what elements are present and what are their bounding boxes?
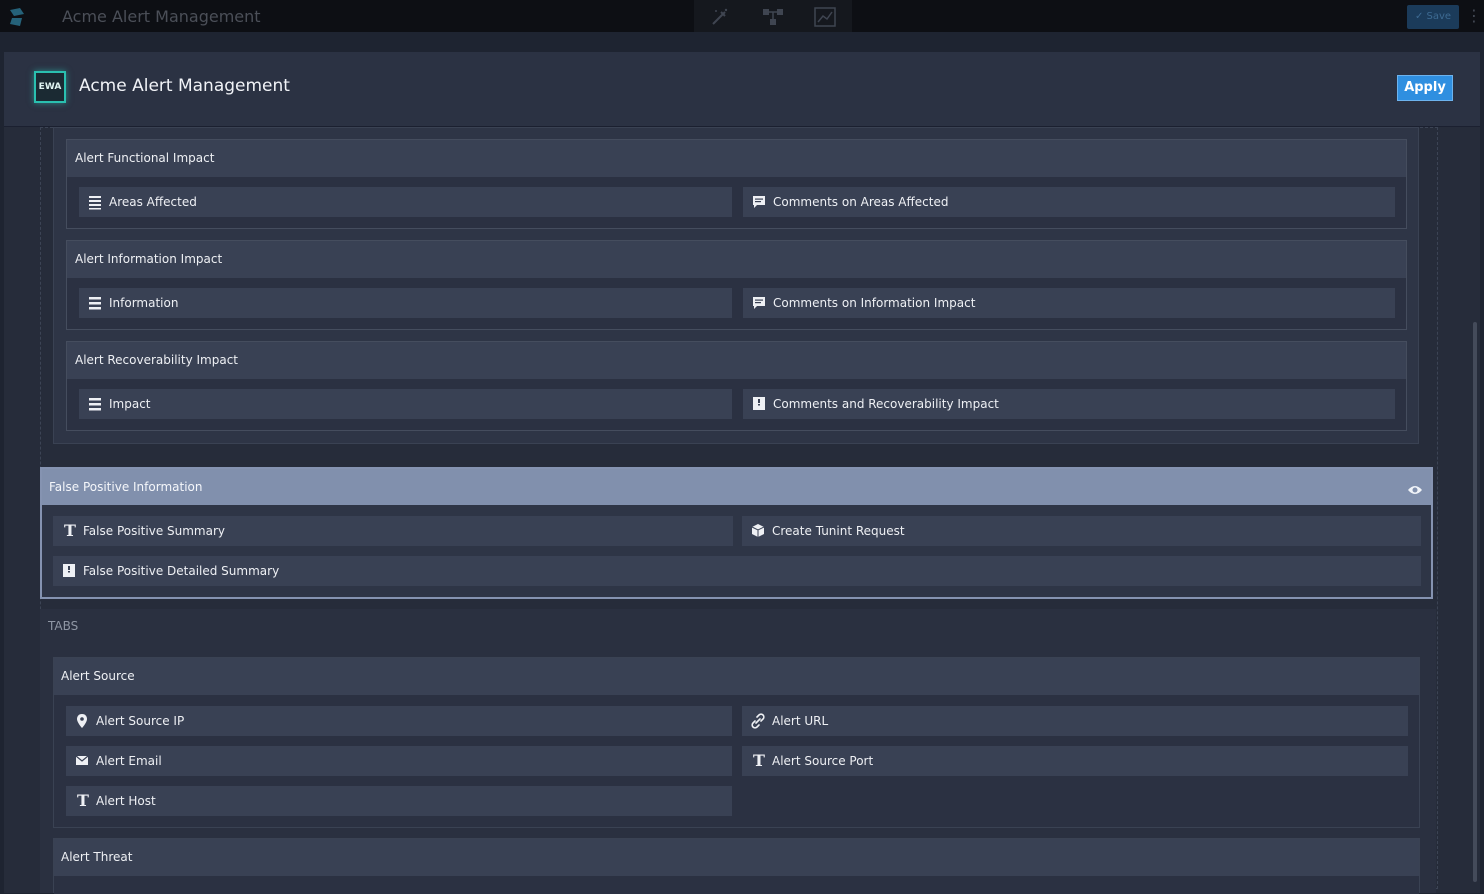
link-icon (751, 706, 767, 736)
cube-icon (751, 516, 767, 546)
tab-body (54, 876, 1419, 894)
kebab-menu-icon: ⋮ (1466, 6, 1482, 25)
field-alert-host[interactable]: T Alert Host (66, 786, 732, 816)
field-comments-on-areas-affected[interactable]: Comments on Areas Affected (743, 187, 1395, 217)
envelope-icon (75, 746, 91, 776)
rich-text-icon (62, 556, 78, 586)
field-areas-affected[interactable]: Areas Affected (79, 187, 732, 217)
group-alert-recoverability-impact[interactable]: Alert Recoverability Impact Impact Comme… (66, 341, 1407, 431)
background-app-title: Acme Alert Management (62, 7, 261, 26)
field-label: Comments on Information Impact (773, 296, 976, 310)
background-app-bar: Acme Alert Management ✓ Save ⋮ (0, 0, 1484, 32)
field-alert-source-port[interactable]: T Alert Source Port (742, 746, 1408, 776)
section-false-positive-information[interactable]: False Positive Information T False Posit… (40, 467, 1433, 599)
field-label: False Positive Detailed Summary (83, 564, 280, 578)
list-icon (88, 389, 104, 419)
workflow-icon (762, 7, 784, 27)
modal-title: Acme Alert Management (79, 76, 290, 96)
field-information[interactable]: Information (79, 288, 732, 318)
multi-select-icon (88, 187, 104, 217)
field-false-positive-detailed-summary[interactable]: False Positive Detailed Summary (53, 556, 1421, 586)
wand-icon (710, 7, 730, 27)
tab-alert-threat[interactable]: Alert Threat (53, 838, 1420, 894)
check-icon: ✓ (1414, 11, 1424, 22)
tab-title: Alert Threat (54, 839, 1419, 876)
group-title: Alert Information Impact (67, 241, 1406, 278)
group-alert-functional-impact[interactable]: Alert Functional Impact Areas Affected C… (66, 139, 1407, 229)
group-title: Alert Recoverability Impact (67, 342, 1406, 379)
tab-title: Alert Source (54, 658, 1419, 695)
location-pin-icon (75, 706, 91, 736)
rich-text-icon (752, 389, 768, 419)
form-layout-canvas: Alert Functional Impact Areas Affected C… (0, 0, 1484, 894)
field-label: Alert Host (96, 794, 156, 808)
tab-alert-source[interactable]: Alert Source Alert Source IP Alert URL A… (53, 657, 1420, 828)
scrollbar-thumb[interactable] (1473, 322, 1477, 882)
field-alert-source-ip[interactable]: Alert Source IP (66, 706, 732, 736)
field-comments-and-recoverability-impact[interactable]: Comments and Recoverability Impact (743, 389, 1395, 419)
field-label: Create Tunint Request (772, 524, 905, 538)
tabs-label: TABS (48, 619, 79, 633)
section-header[interactable]: False Positive Information (42, 469, 1431, 505)
background-toolbar (694, 0, 852, 32)
field-label: Areas Affected (109, 195, 197, 209)
modal-header: EWA Acme Alert Management Apply (4, 52, 1480, 127)
comment-icon (752, 288, 768, 318)
field-label: Alert URL (772, 714, 829, 728)
text-icon: T (64, 521, 76, 540)
field-label: Alert Source IP (96, 714, 185, 728)
list-icon (88, 288, 104, 318)
apply-button[interactable]: Apply (1397, 75, 1453, 101)
background-save-button: ✓ Save (1407, 5, 1459, 29)
field-create-tunint-request[interactable]: Create Tunint Request (742, 516, 1421, 546)
text-icon: T (77, 791, 89, 810)
group-alert-information-impact[interactable]: Alert Information Impact Information Com… (66, 240, 1407, 330)
section-title: False Positive Information (49, 480, 203, 494)
field-label: Alert Email (96, 754, 162, 768)
field-alert-email[interactable]: Alert Email (66, 746, 732, 776)
chart-icon (814, 7, 836, 27)
eye-icon[interactable] (1407, 469, 1423, 505)
field-alert-url[interactable]: Alert URL (742, 706, 1408, 736)
field-label: Alert Source Port (772, 754, 874, 768)
app-logo-icon (6, 6, 26, 26)
field-label: Impact (109, 397, 151, 411)
field-comments-on-information-impact[interactable]: Comments on Information Impact (743, 288, 1395, 318)
field-label: False Positive Summary (83, 524, 226, 538)
comment-icon (752, 187, 768, 217)
group-title: Alert Functional Impact (67, 140, 1406, 177)
field-label: Comments on Areas Affected (773, 195, 949, 209)
text-icon: T (753, 751, 765, 770)
field-label: Information (109, 296, 179, 310)
field-label: Comments and Recoverability Impact (773, 397, 999, 411)
app-badge: EWA (34, 71, 66, 103)
field-impact[interactable]: Impact (79, 389, 732, 419)
field-false-positive-summary[interactable]: T False Positive Summary (53, 516, 733, 546)
